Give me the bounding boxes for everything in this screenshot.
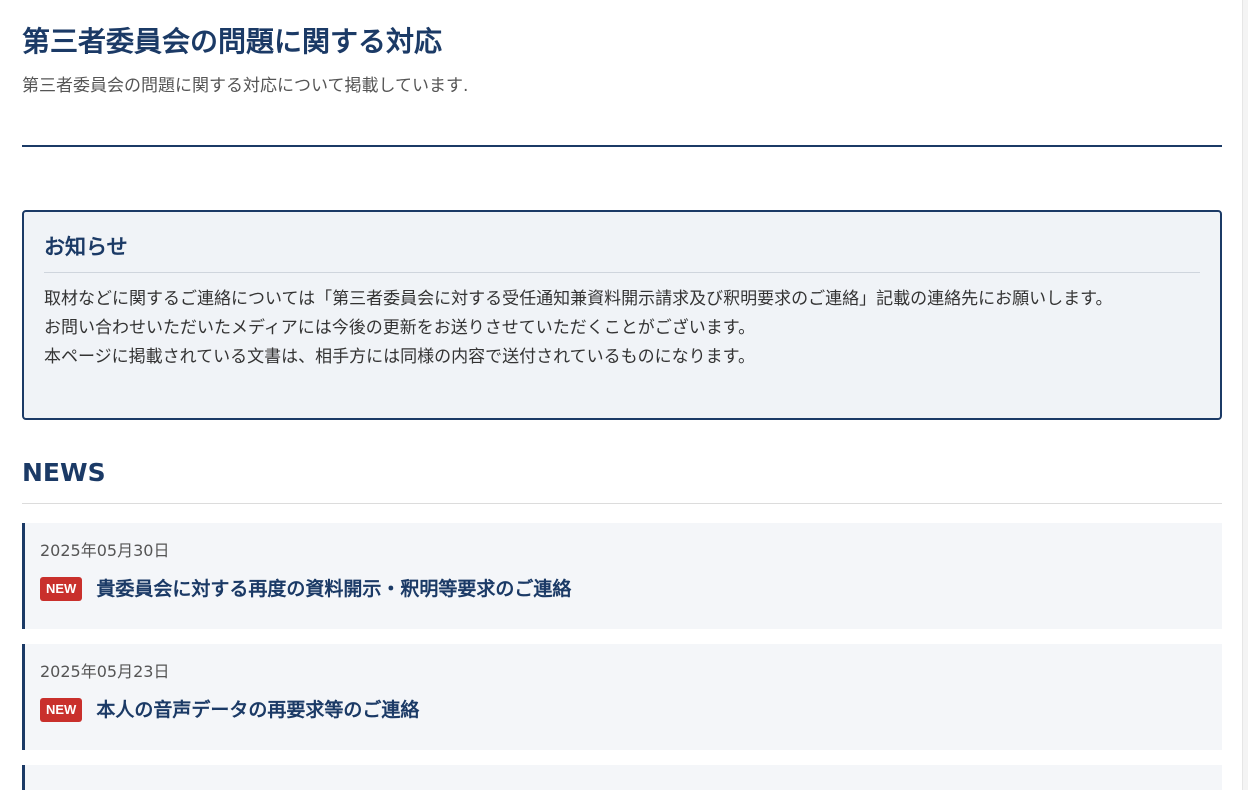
news-item[interactable]: 2025年05月30日 NEW 貴委員会に対する再度の資料開示・釈明等要求のご連…	[22, 523, 1222, 629]
page-title: 第三者委員会の問題に関する対応	[22, 25, 443, 58]
notice-line: 本ページに掲載されている文書は、相手方には同様の内容で送付されているものになりま…	[44, 347, 755, 367]
page: 第三者委員会の問題に関する対応 第三者委員会の問題に関する対応について掲載してい…	[0, 0, 1248, 790]
news-title-link[interactable]: 本人の音声データの再要求等のご連絡	[96, 697, 419, 723]
notice-line: 取材などに関するご連絡については「第三者委員会に対する受任通知兼資料開示請求及び…	[44, 289, 1113, 309]
news-item[interactable]	[22, 765, 1222, 790]
notice-heading: お知らせ	[44, 235, 128, 259]
main-content: 第三者委員会の問題に関する対応 第三者委員会の問題に関する対応について掲載してい…	[22, 0, 1222, 790]
page-description: 第三者委員会の問題に関する対応について掲載しています.	[22, 76, 469, 96]
news-divider	[22, 503, 1222, 504]
news-heading: NEWS	[22, 458, 106, 487]
news-item[interactable]: 2025年05月23日 NEW 本人の音声データの再要求等のご連絡	[22, 644, 1222, 750]
new-badge: NEW	[40, 698, 83, 722]
news-title-row: NEW 貴委員会に対する再度の資料開示・釈明等要求のご連絡	[40, 576, 1222, 602]
notice-box: お知らせ 取材などに関するご連絡については「第三者委員会に対する受任通知兼資料開…	[22, 210, 1222, 420]
title-divider	[22, 145, 1222, 147]
notice-body: 取材などに関するご連絡については「第三者委員会に対する受任通知兼資料開示請求及び…	[44, 285, 1200, 372]
new-badge: NEW	[40, 577, 83, 601]
news-list: 2025年05月30日 NEW 貴委員会に対する再度の資料開示・釈明等要求のご連…	[22, 523, 1222, 790]
news-title-row: NEW 本人の音声データの再要求等のご連絡	[40, 697, 1222, 723]
notice-divider	[44, 272, 1200, 273]
page-scrollbar[interactable]	[1242, 0, 1248, 790]
notice-line: お問い合わせいただいたメディアには今後の更新をお送りさせていただくことがございま…	[44, 318, 756, 338]
news-title-link[interactable]: 貴委員会に対する再度の資料開示・釈明等要求のご連絡	[96, 576, 571, 602]
news-date: 2025年05月30日	[40, 541, 170, 560]
news-date: 2025年05月23日	[40, 662, 170, 681]
